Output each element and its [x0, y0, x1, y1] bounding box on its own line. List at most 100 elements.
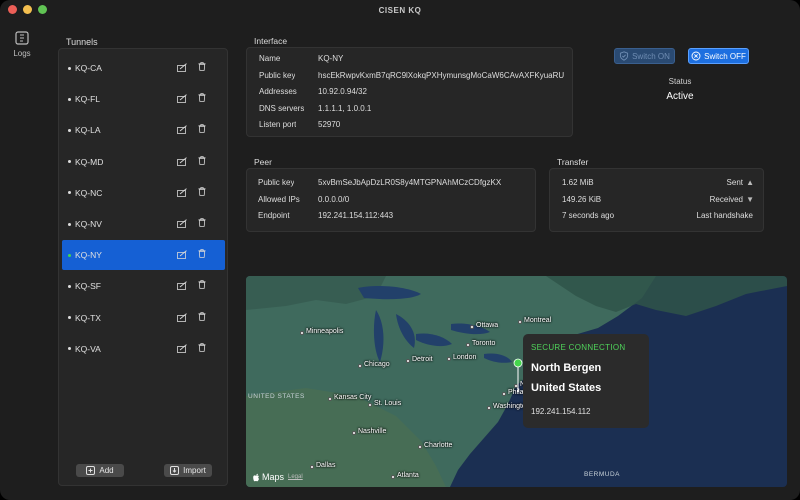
tunnel-item[interactable]: KQ-TX	[62, 303, 225, 333]
map-view[interactable]: Minneapolis Ottawa Montreal Toronto Detroit L…	[246, 276, 787, 487]
tunnel-item[interactable]: KQ-NC	[62, 178, 225, 208]
peer-panel: Public key 5xvBmSeJbApDzLR0S8y4MTGPNAhMCz…	[246, 168, 536, 232]
transfer-value: 149.26 KiB	[562, 194, 602, 204]
tunnel-item[interactable]: KQ-FL	[62, 84, 225, 114]
transfer-key: Last handshake	[696, 211, 754, 220]
switch-on-label: Switch ON	[632, 51, 670, 61]
city-label: Charlotte	[424, 442, 453, 449]
switch-on-button[interactable]: Switch ON	[614, 48, 675, 64]
status-value: Active	[666, 91, 694, 102]
edit-icon	[177, 125, 187, 135]
tunnel-item[interactable]: KQ-NV	[62, 209, 225, 239]
edit-icon	[177, 94, 187, 104]
edit-button[interactable]	[177, 188, 188, 199]
tunnel-item[interactable]: KQ-SF	[62, 271, 225, 301]
city-label: Kansas City	[334, 394, 372, 401]
trash-icon	[198, 311, 206, 321]
tunnel-item[interactable]: KQ-VA	[62, 334, 225, 364]
city-marker	[418, 445, 422, 449]
maps-logo: Maps	[252, 472, 284, 482]
maps-label: Maps	[262, 472, 285, 482]
delete-button[interactable]	[198, 342, 206, 354]
interface-key: Public key	[259, 70, 296, 80]
transfer-panel: 1.62 MiB Sent ▲ 149.26 KiB Received ▼ 7 second…	[549, 168, 764, 232]
callout-city: North Bergen	[531, 362, 602, 374]
status-dot	[68, 97, 71, 101]
city-marker	[310, 465, 314, 469]
app-window: CISEN KQ Logs Tunnels KQ-CA KQ-FL KQ-LA KQ-…	[0, 0, 800, 500]
tunnel-item[interactable]: KQ-NY	[62, 240, 225, 271]
import-tunnel-button[interactable]: Import	[164, 464, 212, 477]
edit-button[interactable]	[177, 63, 188, 74]
edit-button[interactable]	[177, 94, 188, 105]
delete-button[interactable]	[198, 280, 206, 291]
peer-heading: Peer	[254, 157, 272, 167]
arrow-down-icon: ▼	[746, 194, 754, 204]
trash-icon	[198, 93, 206, 102]
edit-button[interactable]	[177, 250, 188, 261]
close-window-button[interactable]	[8, 5, 17, 14]
status-dot	[68, 284, 71, 288]
edit-icon	[177, 156, 187, 166]
interface-heading: Interface	[254, 36, 288, 46]
edit-button[interactable]	[177, 344, 188, 355]
city-marker	[368, 403, 372, 407]
edit-icon	[177, 63, 187, 72]
interface-value: 1.1.1.1, 1.0.0.1	[318, 103, 372, 113]
interface-value: KQ-NY	[318, 54, 344, 63]
title-bar: CISEN KQ	[0, 0, 800, 20]
delete-button[interactable]	[198, 124, 206, 135]
switch-off-label: Switch OFF	[704, 51, 746, 61]
city-marker	[502, 392, 506, 396]
edit-button[interactable]	[177, 281, 188, 292]
peer-key: Public key	[258, 178, 295, 187]
tunnel-item[interactable]: KQ-CA	[62, 53, 225, 83]
peer-value: 5xvBmSeJbApDzLR0S8y4MTGPNAhMCzCDfgzKX	[318, 178, 502, 187]
status-dot	[68, 253, 71, 257]
transfer-value: 1.62 MiB	[562, 178, 594, 187]
city-label: Detroit	[412, 356, 433, 363]
delete-button[interactable]	[198, 249, 206, 260]
trash-icon	[198, 124, 206, 134]
tunnel-name: KQ-SF	[75, 281, 101, 292]
secure-connection-label: SECURE CONNECTION	[531, 343, 626, 352]
delete-button[interactable]	[198, 311, 206, 323]
status-dot	[68, 66, 71, 70]
tunnel-item[interactable]: KQ-MD	[62, 147, 225, 177]
edit-button[interactable]	[177, 125, 188, 136]
interface-value: 52970	[318, 120, 341, 129]
peer-value: 192.241.154.112:443	[318, 211, 394, 220]
city-marker	[391, 475, 395, 479]
tunnel-name: KQ-CA	[75, 63, 102, 73]
interface-panel: Name KQ-NY Public key hscEkRwpvKxmB7qRC9lXo…	[246, 47, 573, 137]
delete-button[interactable]	[198, 218, 206, 229]
tunnel-item[interactable]: KQ-LA	[62, 115, 225, 145]
interface-key: DNS servers	[259, 103, 305, 113]
add-tunnel-button[interactable]: Add	[76, 464, 124, 477]
edit-button[interactable]	[177, 312, 188, 324]
delete-button[interactable]	[198, 186, 206, 198]
switch-off-button[interactable]: Switch OFF	[688, 48, 749, 64]
delete-button[interactable]	[198, 93, 206, 104]
edit-button[interactable]	[177, 156, 188, 168]
zoom-window-button[interactable]	[38, 5, 47, 14]
logs-button[interactable]: Logs	[8, 30, 36, 58]
callout-ip: 192.241.154.112	[531, 407, 591, 416]
minimize-window-button[interactable]	[23, 5, 32, 14]
transfer-value: 7 seconds ago	[562, 211, 615, 220]
trash-icon	[198, 342, 206, 352]
delete-button[interactable]	[198, 62, 206, 73]
status-dot	[68, 160, 71, 164]
legal-link[interactable]: Legal	[288, 474, 303, 480]
city-marker	[518, 320, 522, 324]
delete-button[interactable]	[198, 155, 206, 167]
import-icon	[170, 466, 180, 475]
status-dot	[68, 222, 71, 226]
edit-button[interactable]	[177, 219, 188, 230]
tunnel-name: KQ-NV	[75, 219, 102, 229]
interface-key: Name	[259, 54, 281, 63]
city-label: Ottawa	[476, 322, 499, 329]
interface-value: hscEkRwpvKxmB7qRC9lXokqPXHymunsgMoCaW6CA…	[318, 70, 565, 80]
window-controls	[8, 5, 47, 14]
edit-icon	[177, 312, 187, 322]
